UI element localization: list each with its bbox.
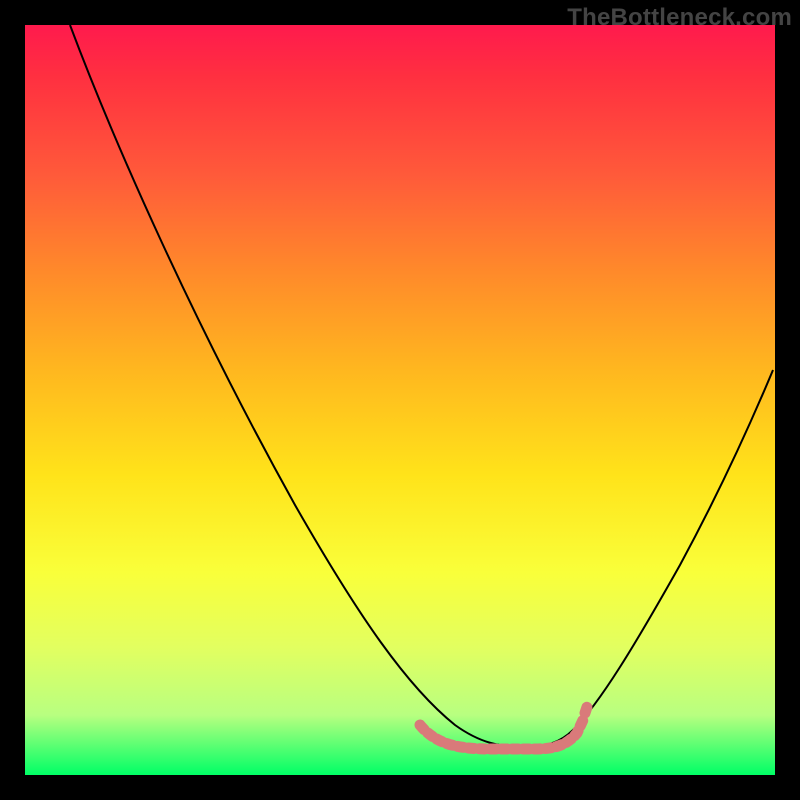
chart-svg bbox=[25, 25, 775, 775]
watermark-text: TheBottleneck.com bbox=[567, 4, 792, 32]
bottleneck-curve-path bbox=[70, 25, 773, 747]
optimal-band-path bbox=[420, 707, 587, 749]
